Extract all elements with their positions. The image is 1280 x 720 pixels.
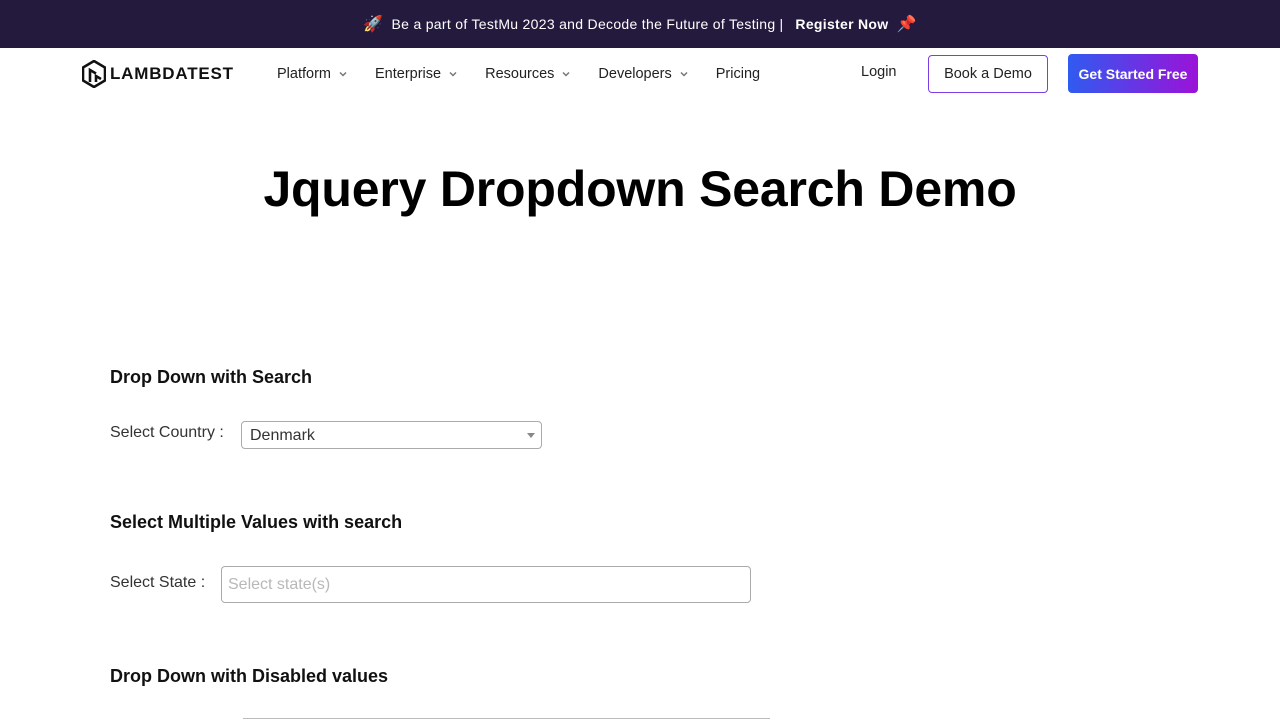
nav-item-platform[interactable]: Platform: [277, 66, 347, 82]
state-multiselect[interactable]: [221, 566, 751, 603]
chevron-down-icon: [680, 70, 688, 78]
dropdown-arrow-icon: [527, 433, 535, 438]
nav-item-developers[interactable]: Developers: [598, 66, 688, 82]
logo-text: LAMBDATEST: [110, 64, 234, 83]
nav-item-enterprise[interactable]: Enterprise: [375, 66, 457, 82]
main-nav: LAMBDATEST Platform Enterprise Resources…: [0, 48, 1280, 100]
book-demo-button[interactable]: Book a Demo: [928, 55, 1048, 93]
select-country-label: Select Country :: [110, 424, 224, 441]
country-select-value: Denmark: [250, 427, 315, 444]
lambdatest-logo-icon: [82, 60, 106, 88]
nav-item-resources[interactable]: Resources: [485, 66, 570, 82]
state-search-input[interactable]: [222, 567, 750, 602]
chevron-down-icon: [339, 70, 347, 78]
country-select[interactable]: Denmark: [241, 421, 542, 449]
pin-icon: 📌: [896, 16, 917, 33]
announcement-bar: 🚀 Be a part of TestMu 2023 and Decode th…: [0, 0, 1280, 48]
nav-item-label: Pricing: [715, 66, 761, 82]
nav-item-label: Resources: [485, 66, 555, 82]
rocket-icon: 🚀: [363, 16, 384, 33]
chevron-down-icon: [562, 70, 570, 78]
nav-item-label: Developers: [598, 66, 672, 82]
select-state-label: Select State :: [110, 574, 206, 591]
section-heading-single: Drop Down with Search: [110, 367, 313, 387]
get-started-button[interactable]: Get Started Free: [1068, 54, 1198, 93]
lambdatest-logo[interactable]: LAMBDATEST: [82, 60, 234, 88]
announcement-text: Be a part of TestMu 2023 and Decode the …: [391, 16, 776, 32]
nav-item-pricing[interactable]: Pricing: [716, 66, 760, 82]
page-title: Jquery Dropdown Search Demo: [263, 161, 1017, 217]
announcement-separator: |: [779, 16, 784, 32]
nav-menu: Platform Enterprise Resources Developers…: [277, 48, 788, 100]
register-now-link[interactable]: Register Now: [795, 16, 888, 32]
nav-item-label: Platform: [277, 66, 331, 82]
nav-item-label: Enterprise: [375, 66, 442, 82]
chevron-down-icon: [449, 70, 457, 78]
section-heading-multiple: Select Multiple Values with search: [110, 512, 403, 532]
login-link[interactable]: Login: [861, 64, 896, 80]
section-heading-disabled: Drop Down with Disabled values: [110, 666, 389, 686]
